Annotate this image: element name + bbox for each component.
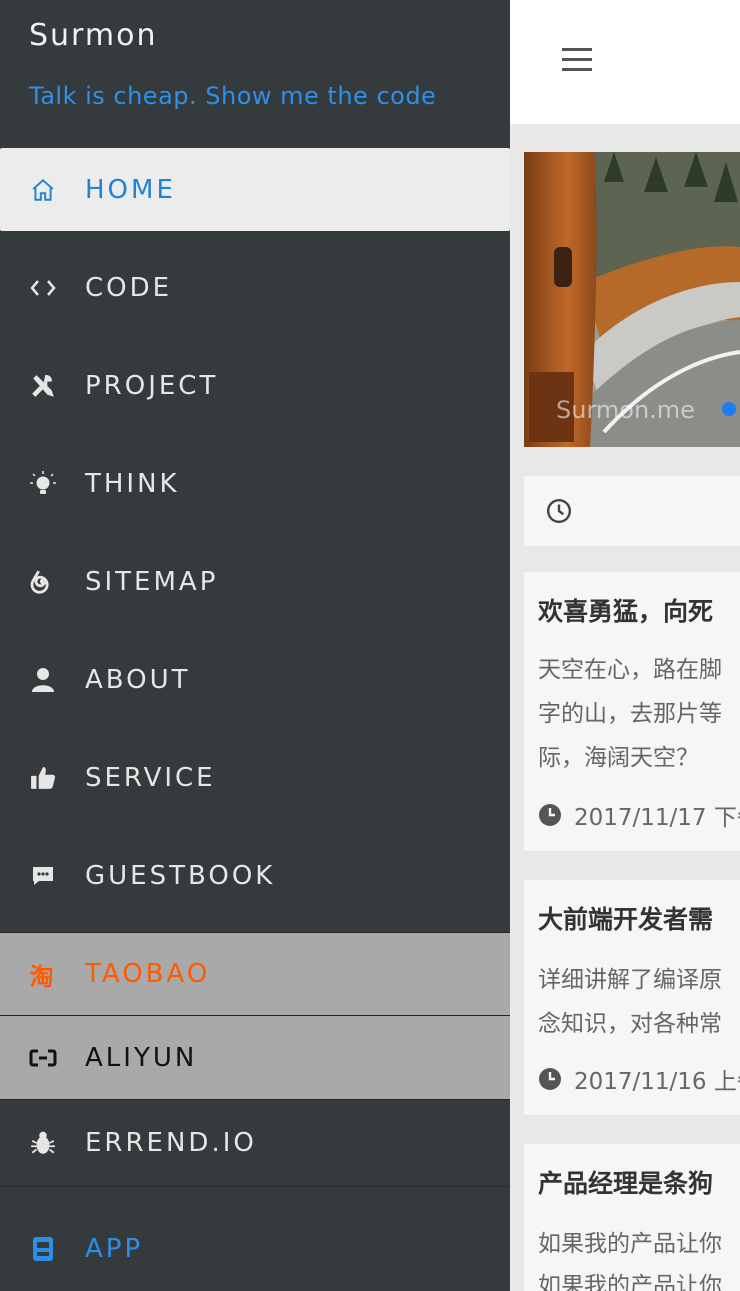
article-excerpt-line: 如果我的产品让你 (538, 1231, 722, 1257)
nav-item-about[interactable]: ABOUT (0, 639, 510, 721)
article-excerpt-line: 如果我的产品让你 (538, 1273, 722, 1291)
lightbulb-icon (28, 469, 58, 499)
article-date: 2017/11/17 下午 (574, 805, 740, 831)
brand-slogan: Talk is cheap. Show me the code (29, 82, 437, 110)
article-meta: 2017/11/16 上午 (538, 1062, 740, 1096)
announcement-bar (524, 476, 740, 546)
bug-icon (28, 1128, 58, 1158)
nav-label-errend: ERREND.IO (85, 1128, 257, 1158)
article-title[interactable]: 欢喜勇猛，向死 (538, 592, 713, 628)
nav-item-errend[interactable]: ERREND.IO (0, 1102, 510, 1184)
brand-name[interactable]: Surmon (29, 18, 157, 53)
nav-label-about: ABOUT (85, 665, 191, 695)
article-card[interactable]: 欢喜勇猛，向死 天空在心，路在脚 字的山，去那片等 际，海阔天空？ 2017/1… (524, 572, 740, 851)
article-excerpt-line: 详细讲解了编译原 (538, 967, 722, 993)
home-icon (28, 175, 58, 205)
nav-item-home[interactable]: HOME (0, 148, 510, 231)
user-icon (28, 665, 58, 695)
nav-label-code: CODE (85, 273, 173, 303)
nav-item-app[interactable]: APP (0, 1208, 510, 1290)
nav-label-app: APP (85, 1234, 144, 1264)
article-excerpt-line: 天空在心，路在脚 (538, 657, 722, 683)
clock-icon (539, 804, 561, 826)
article-excerpt-line: 际，海阔天空？ (538, 745, 699, 771)
nav-item-taobao[interactable]: 淘 TAOBAO (0, 932, 510, 1016)
app-icon (28, 1234, 58, 1264)
nav-label-project: PROJECT (85, 371, 219, 401)
article-title[interactable]: 大前端开发者需 (538, 900, 713, 936)
article-title[interactable]: 产品经理是条狗 (538, 1164, 713, 1200)
article-excerpt-line: 念知识，对各种常 (538, 1011, 722, 1037)
tools-icon (28, 371, 58, 401)
nav-label-service: SERVICE (85, 763, 216, 793)
carousel-indicator[interactable] (722, 402, 736, 416)
nav-item-guestbook[interactable]: GUESTBOOK (0, 835, 510, 917)
nav-item-sitemap[interactable]: SITEMAP (0, 541, 510, 623)
article-meta: 2017/11/17 下午 (538, 798, 740, 832)
nav-label-think: THINK (85, 469, 180, 499)
article-excerpt-line: 字的山，去那片等 (538, 701, 722, 727)
article-card[interactable]: 大前端开发者需 详细讲解了编译原 念知识，对各种常 2017/11/16 上午 (524, 880, 740, 1115)
clock-icon (539, 1068, 561, 1090)
nav-item-project[interactable]: PROJECT (0, 345, 510, 427)
featured-banner[interactable]: Surmon.me (524, 152, 740, 447)
nav-item-code[interactable]: CODE (0, 247, 510, 329)
comment-icon (28, 861, 58, 891)
spiral-icon (28, 567, 58, 597)
nav-label-taobao: TAOBAO (85, 959, 211, 989)
nav-item-think[interactable]: THINK (0, 443, 510, 525)
thumbs-up-icon (28, 763, 58, 793)
nav-label-sitemap: SITEMAP (85, 567, 219, 597)
code-icon (28, 273, 58, 303)
nav-item-service[interactable]: SERVICE (0, 737, 510, 819)
nav-label-guestbook: GUESTBOOK (85, 861, 276, 891)
article-card[interactable]: 产品经理是条狗 如果我的产品让你 如果我的产品让你 (524, 1144, 740, 1291)
nav-item-aliyun[interactable]: ALIYUN (0, 1015, 510, 1100)
sidebar: Surmon Talk is cheap. Show me the code H… (0, 0, 510, 1291)
nav-label-aliyun: ALIYUN (85, 1042, 198, 1073)
taobao-icon: 淘 (29, 962, 57, 991)
aliyun-icon (28, 1043, 58, 1073)
hamburger-menu-icon[interactable] (562, 48, 592, 74)
top-bar (510, 0, 740, 124)
article-date: 2017/11/16 上午 (574, 1069, 740, 1095)
nav-label-home: HOME (85, 174, 176, 205)
clock-icon (546, 498, 572, 524)
banner-caption: Surmon.me (556, 396, 695, 424)
nav-divider (0, 1186, 510, 1187)
